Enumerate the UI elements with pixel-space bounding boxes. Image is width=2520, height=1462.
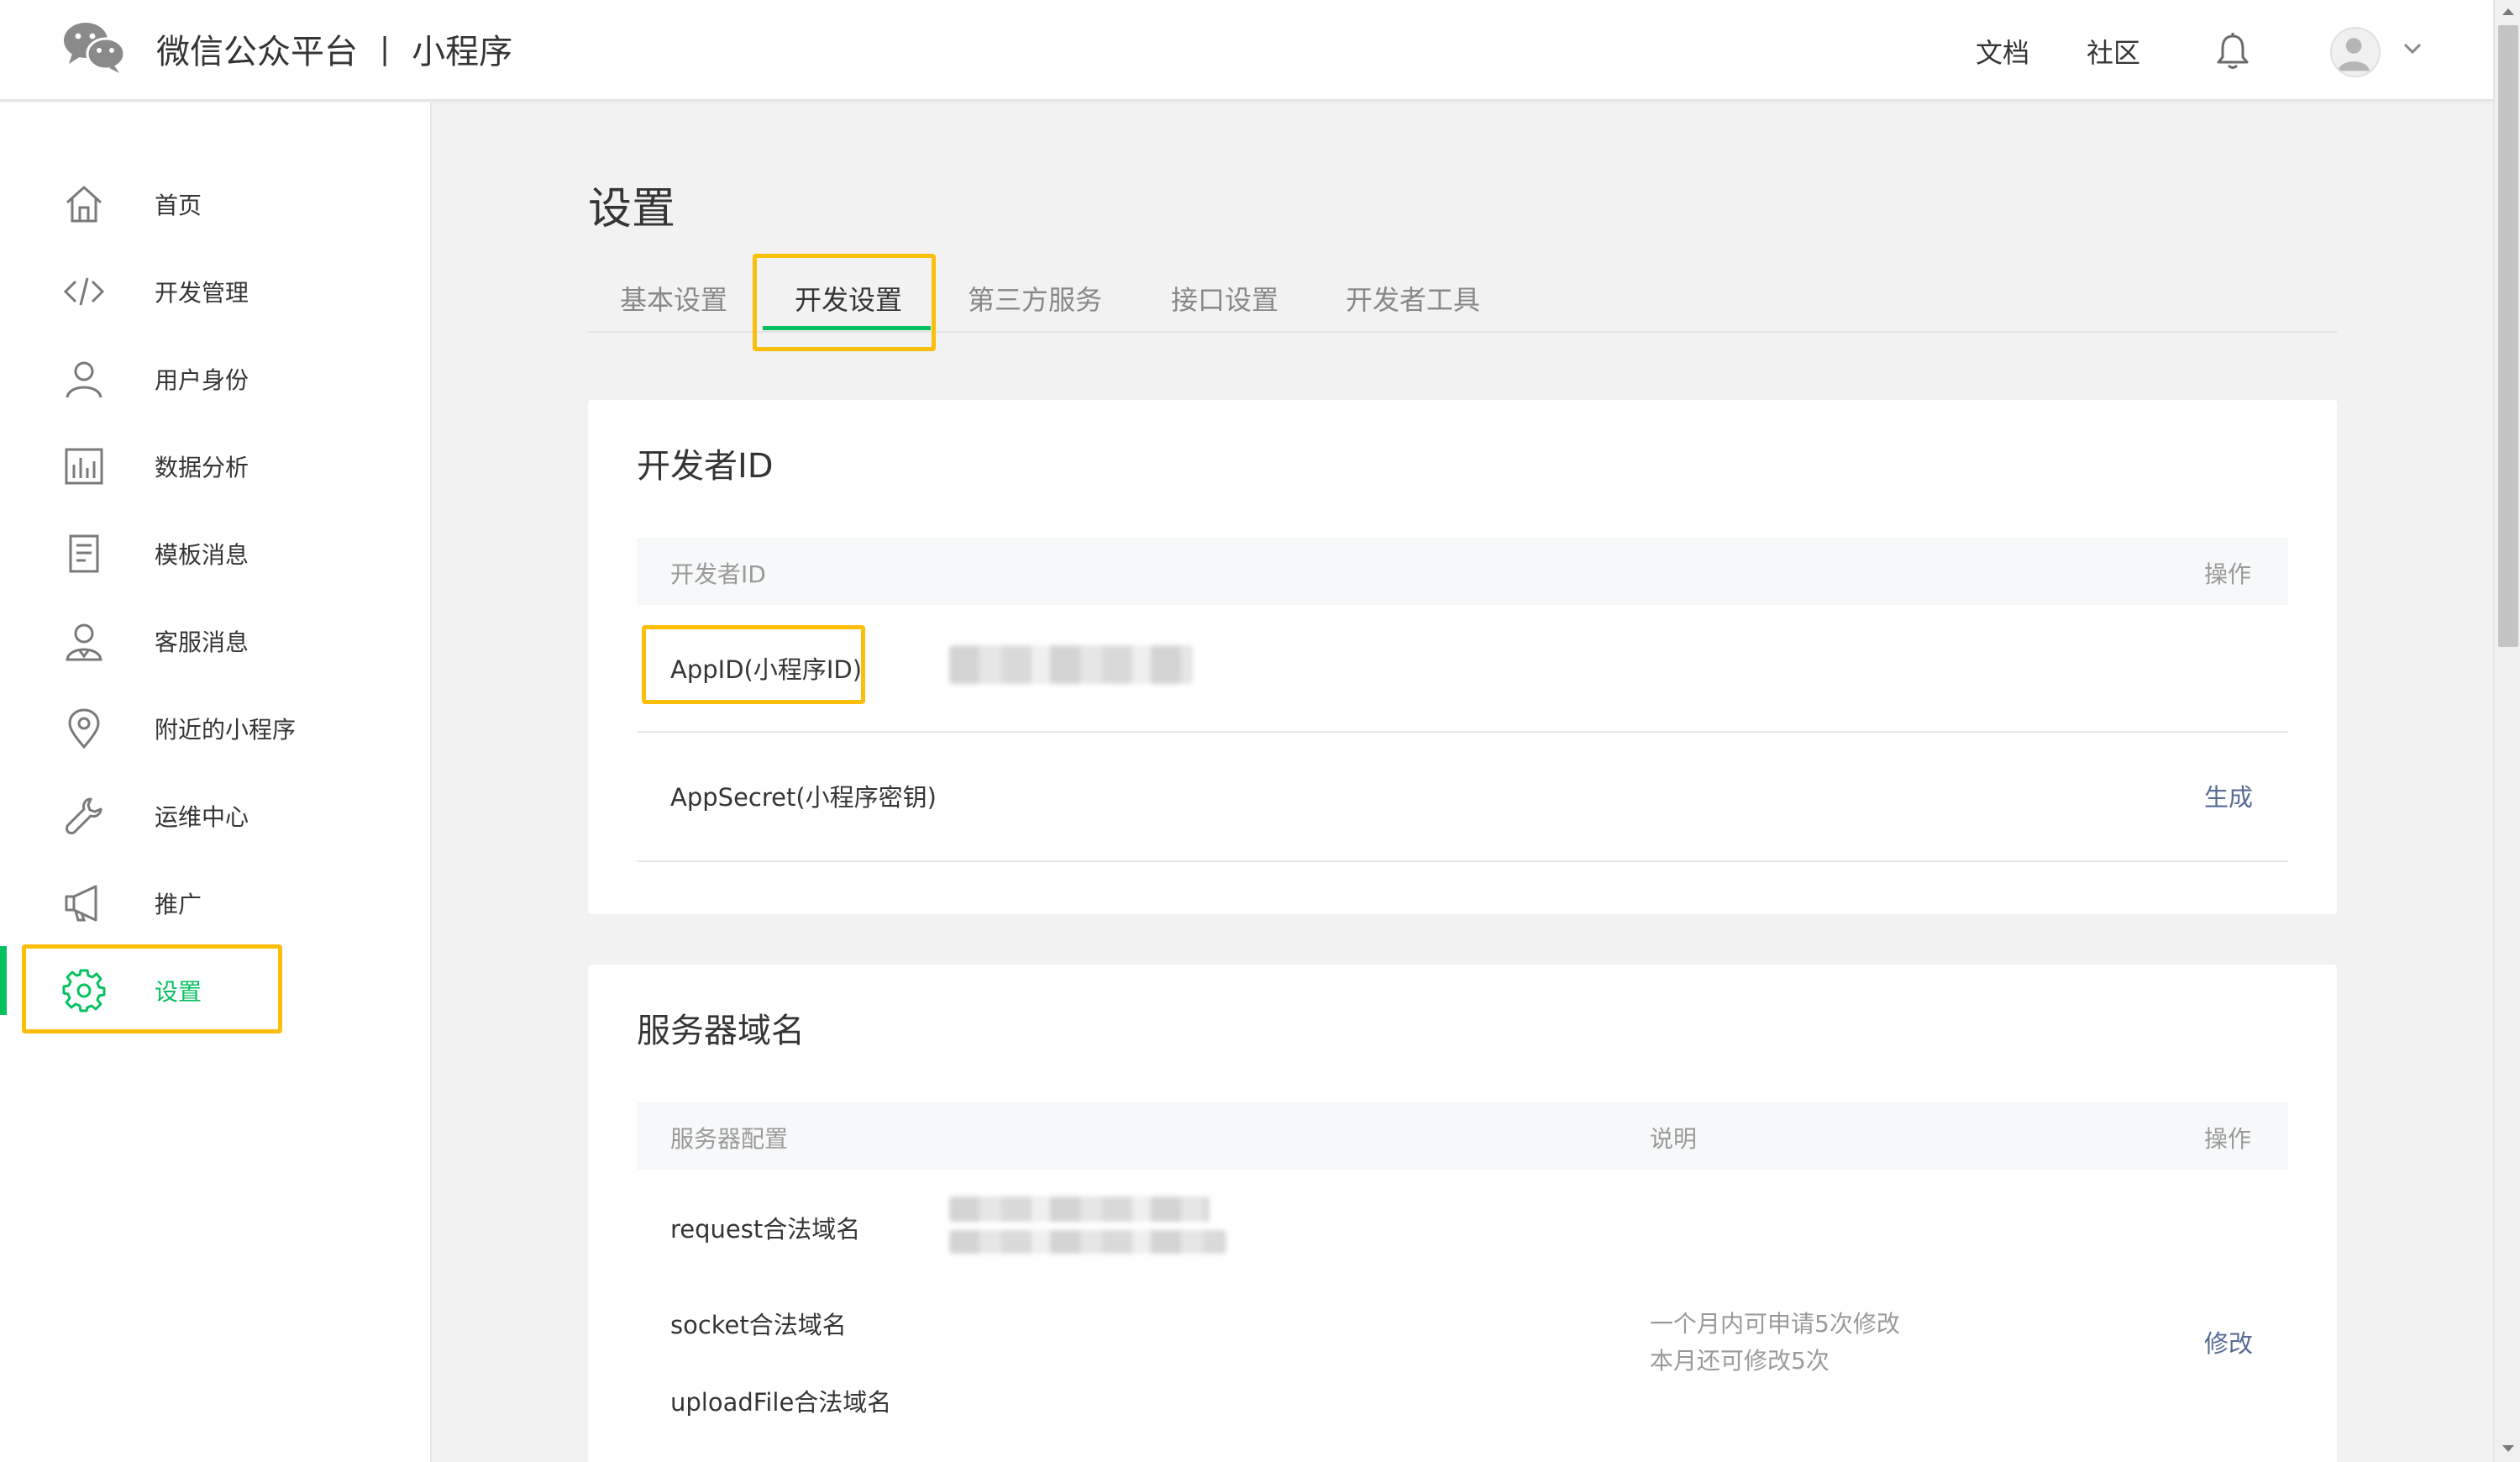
document-icon bbox=[69, 534, 99, 573]
server-domain-card: 服务器域名 服务器配置 说明 操作 request合法域名 socket合法域名… bbox=[588, 965, 2337, 1462]
sidebar-item-nearby-miniprogram[interactable]: 附近的小程序 bbox=[0, 691, 432, 766]
product-name: 小程序 bbox=[412, 33, 513, 71]
page-title: 设置 bbox=[588, 184, 676, 234]
tab-third-party-services[interactable]: 第三方服务 bbox=[968, 279, 1102, 318]
sidebar-item-label: 数据分析 bbox=[155, 454, 249, 481]
socket-domain-label: socket合法域名 bbox=[670, 1311, 847, 1339]
modify-limit-note-line2: 本月还可修改5次 bbox=[1650, 1347, 1830, 1375]
sidebar-item-ops-center[interactable]: 运维中心 bbox=[0, 778, 432, 854]
developer-id-title: 开发者ID bbox=[637, 447, 774, 486]
bar-chart-icon bbox=[65, 448, 103, 485]
tab-basic-settings[interactable]: 基本设置 bbox=[620, 279, 727, 318]
modify-limit-note: 一个月内可申请5次修改 本月还可修改5次 bbox=[1650, 1306, 1900, 1380]
column-header-action: 操作 bbox=[2204, 1125, 2252, 1153]
home-icon bbox=[66, 186, 102, 223]
user-avatar[interactable] bbox=[2330, 27, 2381, 77]
table-row-appsecret: AppSecret(小程序密钥) 生成 bbox=[637, 733, 2288, 862]
modify-domain-link[interactable]: 修改 bbox=[2204, 1324, 2253, 1359]
request-domain-label: request合法域名 bbox=[670, 1215, 861, 1244]
active-tab-underline bbox=[763, 326, 931, 330]
page-scrollbar[interactable] bbox=[2493, 0, 2520, 1462]
scroll-down-arrow-icon[interactable] bbox=[2502, 1444, 2515, 1454]
table-row-appid: AppID(小程序ID) bbox=[637, 605, 2288, 733]
brand-name: 微信公众平台 bbox=[156, 33, 358, 71]
tab-dev-settings[interactable]: 开发设置 bbox=[795, 279, 902, 318]
server-domain-table-header: 服务器配置 说明 操作 bbox=[637, 1102, 2288, 1170]
sidebar-item-label: 用户身份 bbox=[155, 366, 249, 394]
avatar-user-icon bbox=[2338, 38, 2370, 71]
code-icon bbox=[63, 277, 105, 306]
sidebar-item-label: 设置 bbox=[155, 978, 202, 1006]
settings-tabs: 基本设置 开发设置 第三方服务 接口设置 开发者工具 bbox=[588, 269, 2337, 333]
scroll-up-arrow-icon[interactable] bbox=[2502, 7, 2515, 17]
megaphone-icon bbox=[65, 885, 97, 922]
appsecret-label: AppSecret(小程序密钥) bbox=[670, 783, 937, 812]
appid-value-redacted bbox=[949, 645, 1193, 684]
sidebar-item-customer-service[interactable]: 客服消息 bbox=[0, 603, 432, 679]
column-header-server-config: 服务器配置 bbox=[670, 1125, 789, 1153]
bell-icon[interactable] bbox=[2214, 32, 2251, 71]
user-icon bbox=[66, 361, 102, 398]
sidebar-item-label: 运维中心 bbox=[155, 803, 249, 831]
scrollbar-thumb[interactable] bbox=[2498, 25, 2518, 647]
uploadfile-domain-label: uploadFile合法域名 bbox=[670, 1388, 892, 1417]
sidebar-item-label: 附近的小程序 bbox=[155, 716, 297, 744]
chevron-down-icon[interactable] bbox=[2402, 42, 2423, 55]
server-domain-title: 服务器域名 bbox=[637, 1012, 805, 1050]
sidebar-item-settings[interactable]: 设置 bbox=[0, 953, 432, 1028]
developer-id-card: 开发者ID 开发者ID 操作 AppID(小程序ID) AppSecret(小程… bbox=[588, 400, 2337, 914]
appid-label: AppID(小程序ID) bbox=[670, 655, 863, 684]
sidebar: 首页 开发管理 用户身份 数据分析 模板消息 客服消息 附近的小程序 运维中心 … bbox=[0, 103, 432, 1462]
developer-id-table-header: 开发者ID 操作 bbox=[637, 538, 2288, 605]
column-header-developer-id: 开发者ID bbox=[670, 560, 766, 588]
sidebar-item-user-identity[interactable]: 用户身份 bbox=[0, 341, 432, 417]
request-domain-value-redacted-2 bbox=[949, 1230, 1226, 1254]
brand-title[interactable]: 微信公众平台 | 小程序 bbox=[156, 25, 512, 72]
community-link[interactable]: 社区 bbox=[2087, 32, 2140, 71]
sidebar-item-label: 模板消息 bbox=[155, 541, 249, 569]
wechat-logo-icon[interactable] bbox=[62, 20, 126, 74]
sidebar-item-label: 开发管理 bbox=[155, 279, 249, 307]
sidebar-item-home[interactable]: 首页 bbox=[0, 166, 432, 242]
request-domain-value-redacted bbox=[949, 1196, 1210, 1222]
sidebar-item-dev-management[interactable]: 开发管理 bbox=[0, 254, 432, 329]
sidebar-item-template-messages[interactable]: 模板消息 bbox=[0, 516, 432, 592]
tab-api-settings[interactable]: 接口设置 bbox=[1171, 279, 1278, 318]
top-bar: 微信公众平台 | 小程序 文档 社区 bbox=[0, 0, 2493, 101]
customer-service-icon bbox=[66, 623, 102, 661]
column-header-action: 操作 bbox=[2204, 560, 2252, 588]
sidebar-item-data-analysis[interactable]: 数据分析 bbox=[0, 429, 432, 504]
modify-limit-note-line1: 一个月内可申请5次修改 bbox=[1650, 1310, 1900, 1338]
location-pin-icon bbox=[68, 708, 100, 749]
tab-developer-tools[interactable]: 开发者工具 bbox=[1346, 279, 1480, 318]
sidebar-item-label: 推广 bbox=[155, 891, 202, 918]
sidebar-active-indicator bbox=[0, 946, 7, 1015]
gear-icon bbox=[62, 969, 106, 1012]
generate-secret-link[interactable]: 生成 bbox=[2204, 778, 2253, 813]
sidebar-item-label: 客服消息 bbox=[155, 628, 249, 656]
sidebar-item-promotion[interactable]: 推广 bbox=[0, 865, 432, 941]
brand-separator: | bbox=[380, 31, 391, 66]
sidebar-item-label: 首页 bbox=[155, 192, 202, 219]
column-header-description: 说明 bbox=[1650, 1125, 1698, 1153]
docs-link[interactable]: 文档 bbox=[1976, 32, 2029, 71]
wrench-icon bbox=[66, 797, 102, 834]
